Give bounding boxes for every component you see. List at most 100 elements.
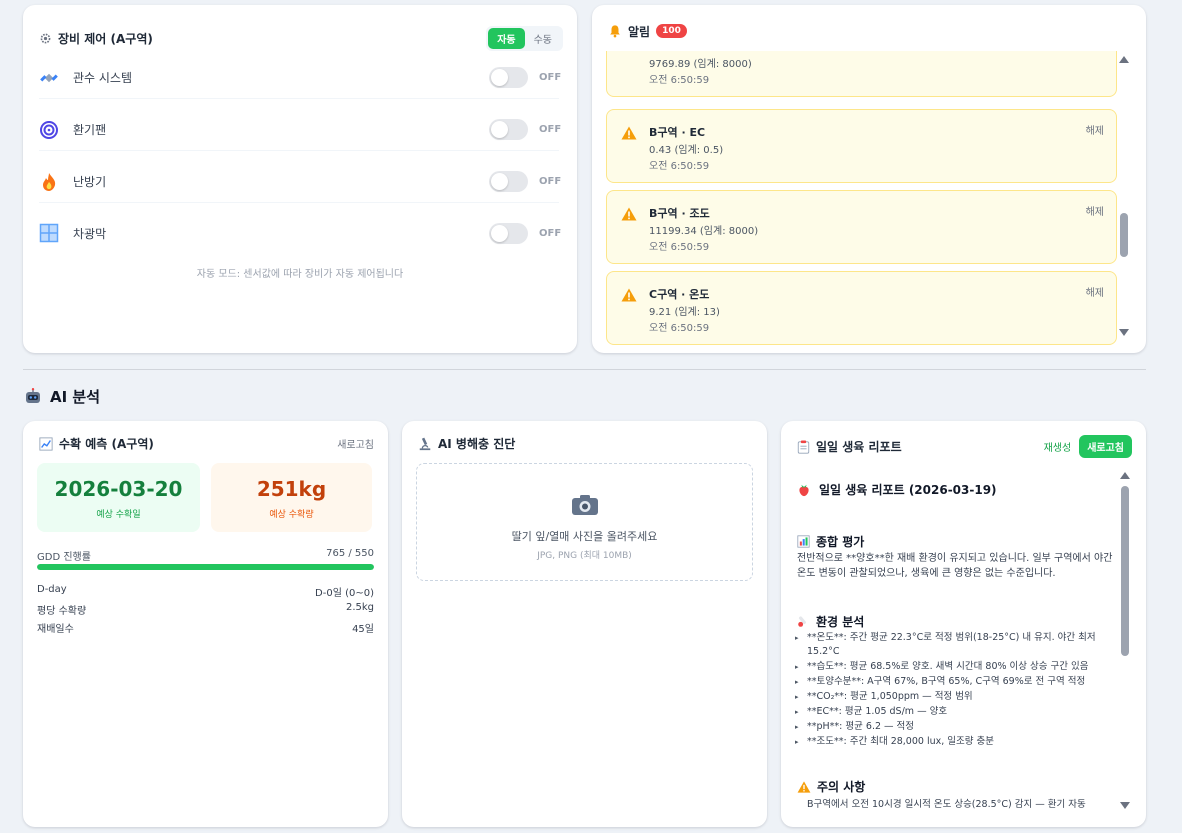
row-value: D-0일 (0~0) bbox=[315, 588, 374, 599]
alerts-count-badge: 100 bbox=[656, 24, 687, 38]
alert-dismiss-button[interactable]: 해제 bbox=[1086, 284, 1104, 299]
alerts-title: 알림 bbox=[628, 24, 651, 39]
env-item: **pH**: 평균 6.2 — 적정 bbox=[795, 720, 1121, 734]
window-icon bbox=[39, 223, 59, 243]
alert-dismiss-button[interactable]: 해제 bbox=[1086, 122, 1104, 137]
report-title-text: 일일 생육 리포트 bbox=[816, 440, 902, 454]
equipment-control-card: 장비 제어 (A구역) 자동 수동 관수 시스템 OFF 환기팬 OFF 난방기… bbox=[23, 5, 577, 353]
microscope-icon bbox=[418, 437, 432, 451]
row-value: 45일 bbox=[352, 624, 374, 635]
env-heading-text: 환경 분석 bbox=[816, 615, 865, 629]
device-state: OFF bbox=[539, 176, 562, 187]
alerts-card: 알림 100 9769.89 (임계: 8000) 오전 6:50:59 B구역… bbox=[592, 5, 1146, 353]
harvest-yield: 251kg bbox=[256, 477, 327, 501]
report-header: 일일 생육 리포트 재생성 새로고침 bbox=[797, 435, 1132, 458]
report-doc-title-text: 일일 생육 리포트 (2026-03-19) bbox=[819, 483, 997, 497]
device-state: OFF bbox=[539, 227, 562, 239]
shade-toggle[interactable] bbox=[489, 222, 528, 244]
env-heading: 환경 분석 bbox=[797, 613, 864, 630]
harvest-header: 수확 예측 (A구역) 새로고침 bbox=[39, 435, 374, 452]
alert-value: 9.21 (임계: 13) bbox=[649, 307, 720, 318]
thermometer-icon bbox=[797, 615, 810, 628]
scrollbar-thumb[interactable] bbox=[1120, 213, 1128, 257]
scroll-up-arrow-icon[interactable] bbox=[1119, 56, 1129, 63]
alert-value: 9769.89 (임계: 8000) bbox=[649, 59, 752, 70]
row-label: 재배일수 bbox=[37, 624, 74, 635]
chart-up-icon bbox=[39, 436, 53, 451]
harvest-date-label: 예상 수확일 bbox=[96, 510, 141, 520]
warning-icon bbox=[621, 288, 637, 302]
pest-title-text: AI 병해충 진단 bbox=[438, 437, 516, 451]
harvest-row-dday: D-day D-0일 (0~0) bbox=[37, 584, 374, 599]
irrigation-toggle[interactable] bbox=[489, 67, 528, 88]
harvest-row-yield-per-pyeong: 평당 수확량 2.5kg bbox=[37, 602, 374, 617]
alert-title: C구역 · 온도 bbox=[649, 288, 710, 301]
alert-value: 11199.34 (임계: 8000) bbox=[649, 226, 759, 237]
report-regenerate-button[interactable]: 재생성 bbox=[1044, 439, 1072, 454]
harvest-date: 2026-03-20 bbox=[54, 477, 183, 501]
equipment-header: 장비 제어 (A구역) 자동 수동 bbox=[39, 25, 563, 51]
alerts-scrollbar[interactable] bbox=[1119, 56, 1129, 336]
upload-format-hint: JPG, PNG (최대 10MB) bbox=[537, 551, 632, 561]
warning-icon bbox=[621, 207, 637, 221]
photo-upload-dropzone[interactable]: 딸기 잎/열매 사진을 올려주세요 JPG, PNG (최대 10MB) bbox=[416, 463, 753, 581]
alert-time: 오전 6:50:59 bbox=[649, 161, 710, 172]
auto-mode-note: 자동 모드: 센서값에 따라 장비가 자동 제어됩니다 bbox=[196, 269, 404, 280]
pest-diagnosis-card: AI 병해충 진단 딸기 잎/열매 사진을 올려주세요 JPG, PNG (최대… bbox=[402, 421, 767, 827]
row-value: 2.5kg bbox=[345, 602, 374, 613]
gdd-value: 765 / 550 bbox=[326, 548, 374, 559]
equipment-title: 장비 제어 (A구역) bbox=[39, 30, 153, 47]
fan-toggle[interactable] bbox=[489, 119, 528, 140]
fire-icon bbox=[39, 172, 59, 192]
alert-time: 오전 6:50:59 bbox=[649, 323, 710, 334]
scroll-down-arrow-icon[interactable] bbox=[1119, 329, 1129, 336]
report-actions: 재생성 새로고침 bbox=[1044, 435, 1132, 458]
alert-time: 오전 6:50:59 bbox=[649, 75, 710, 86]
row-label: 평당 수확량 bbox=[37, 606, 87, 617]
device-name: 환기팬 bbox=[73, 123, 107, 137]
report-content: 일일 생육 리포트 (2026-03-19) 종합 평가 전반적으로 **양호*… bbox=[795, 473, 1122, 819]
device-state: OFF bbox=[539, 72, 562, 83]
alert-title: B구역 · 조도 bbox=[649, 207, 710, 220]
report-scrollbar[interactable] bbox=[1120, 472, 1130, 809]
mode-auto-button[interactable]: 자동 bbox=[488, 27, 525, 49]
alert-dismiss-button[interactable]: 해제 bbox=[1086, 203, 1104, 218]
overall-text: 전반적으로 **양호**한 재배 환경이 유지되고 있습니다. 일부 구역에서 … bbox=[797, 553, 1113, 579]
alert-list: 9769.89 (임계: 8000) 오전 6:50:59 B구역 · EC 0… bbox=[606, 51, 1117, 347]
alert-item: B구역 · 조도 11199.34 (임계: 8000) 오전 6:50:59 … bbox=[606, 190, 1117, 264]
gear-icon bbox=[39, 32, 52, 45]
env-item: **EC**: 평균 1.05 dS/m — 양호 bbox=[795, 705, 1121, 719]
harvest-yield-label: 예상 수확량 bbox=[269, 510, 314, 520]
heater-toggle[interactable] bbox=[489, 171, 528, 192]
harvest-title: 수확 예측 (A구역) bbox=[39, 435, 154, 452]
scroll-up-arrow-icon[interactable] bbox=[1120, 472, 1130, 479]
env-item: **토양수분**: A구역 67%, B구역 65%, C구역 69%로 전 구… bbox=[795, 675, 1121, 689]
cyclone-icon bbox=[39, 120, 59, 140]
gdd-row: GDD 진행률 765 / 550 bbox=[37, 548, 374, 563]
harvest-prediction-card: 수확 예측 (A구역) 새로고침 2026-03-20 예상 수확일 251kg… bbox=[23, 421, 388, 827]
alert-title: B구역 · EC bbox=[649, 126, 706, 139]
ai-section-title-text: AI 분석 bbox=[50, 388, 101, 406]
report-refresh-button[interactable]: 새로고침 bbox=[1079, 435, 1132, 458]
scrollbar-thumb[interactable] bbox=[1121, 486, 1129, 656]
upload-instruction: 딸기 잎/열매 사진을 올려주세요 bbox=[511, 530, 658, 543]
mode-manual-button[interactable]: 수동 bbox=[525, 28, 561, 49]
camera-icon bbox=[571, 494, 599, 520]
alert-item: 9769.89 (임계: 8000) 오전 6:50:59 bbox=[606, 51, 1117, 97]
strawberry-icon bbox=[797, 483, 811, 497]
alert-item: C구역 · 온도 9.21 (임계: 13) 오전 6:50:59 해제 bbox=[606, 271, 1117, 345]
env-item: **CO₂**: 평균 1,050ppm — 적정 범위 bbox=[795, 690, 1121, 704]
report-doc-title: 일일 생육 리포트 (2026-03-19) bbox=[797, 481, 997, 498]
alert-time: 오전 6:50:59 bbox=[649, 242, 710, 253]
device-row-fan: 환기팬 OFF bbox=[39, 109, 561, 151]
bell-icon bbox=[608, 24, 622, 38]
harvest-title-text: 수확 예측 (A구역) bbox=[59, 437, 154, 451]
warning-icon bbox=[621, 126, 637, 140]
scroll-down-arrow-icon[interactable] bbox=[1120, 802, 1130, 809]
report-title: 일일 생육 리포트 bbox=[797, 438, 902, 455]
warning-icon bbox=[797, 780, 811, 793]
equipment-title-text: 장비 제어 (A구역) bbox=[58, 31, 153, 46]
device-name: 관수 시스템 bbox=[73, 71, 133, 85]
harvest-refresh-button[interactable]: 새로고침 bbox=[337, 436, 374, 451]
robot-icon bbox=[24, 387, 42, 406]
